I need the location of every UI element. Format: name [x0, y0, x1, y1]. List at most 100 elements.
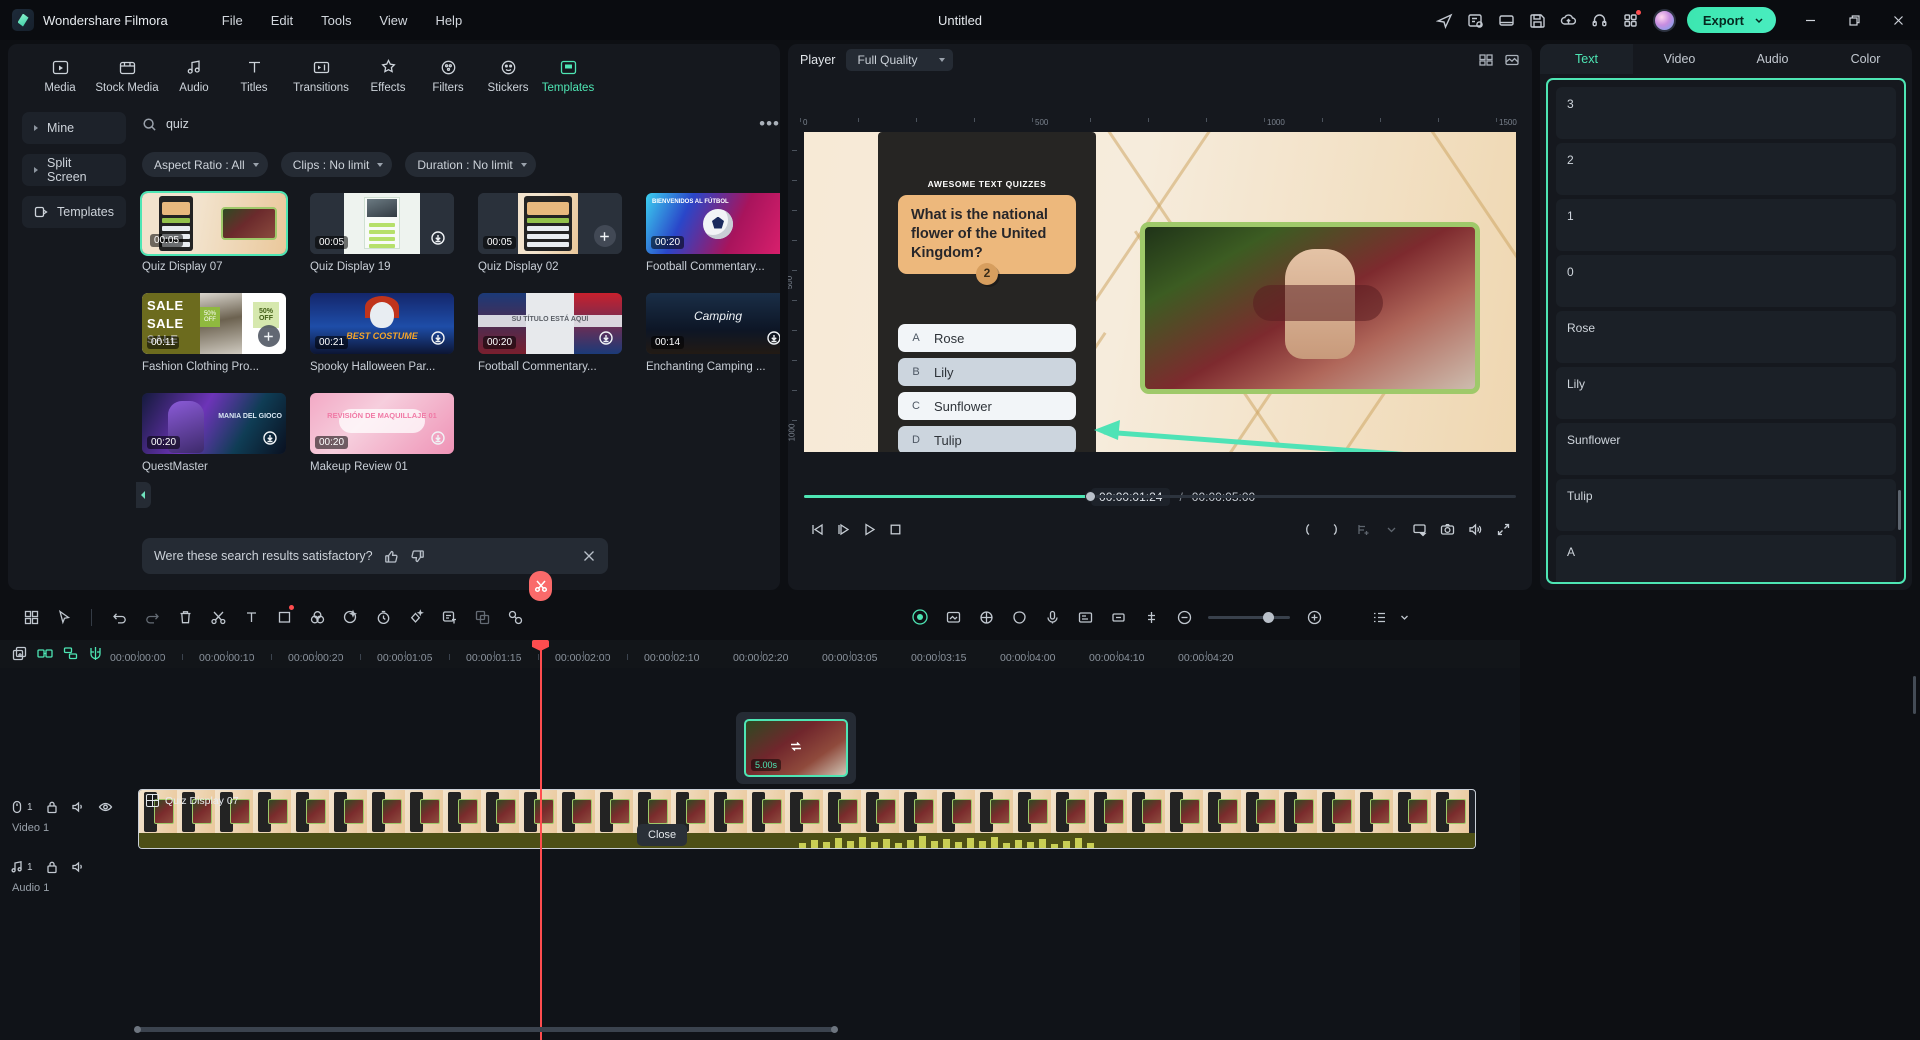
text-layer-item[interactable]: 1 [1556, 199, 1896, 251]
group-icon[interactable] [63, 646, 78, 664]
headset-icon[interactable] [1584, 5, 1615, 36]
template-card[interactable]: 00:05 Quiz Display 19 [309, 193, 454, 273]
color-icon[interactable] [302, 602, 332, 632]
play-icon[interactable] [856, 516, 882, 542]
timeline-horizontal-scrollbar[interactable] [134, 1026, 838, 1033]
volume-icon[interactable] [1462, 516, 1488, 542]
collapse-panel-button[interactable] [135, 482, 151, 508]
sidebar-item-mine[interactable]: Mine [22, 112, 126, 144]
text-layer-item[interactable]: 0 [1556, 255, 1896, 307]
lock-icon[interactable] [45, 860, 59, 874]
grid-view-icon[interactable] [1478, 52, 1494, 68]
sidebar-item-templates[interactable]: Templates [22, 196, 126, 228]
stop-icon[interactable] [882, 516, 908, 542]
snapshot-icon[interactable] [1434, 516, 1460, 542]
prev-frame-icon[interactable] [804, 516, 830, 542]
ai-color-icon[interactable] [335, 602, 365, 632]
template-thumbnail[interactable]: 00:05 [309, 193, 454, 254]
minimize-button[interactable] [1788, 0, 1832, 40]
text-layer-item[interactable]: Rose [1556, 311, 1896, 363]
text-layer-item[interactable]: 3 [1556, 87, 1896, 139]
timeline-vertical-scrollbar[interactable] [1913, 676, 1916, 714]
player-progress-bar[interactable] [804, 488, 1516, 504]
zoom-in-icon[interactable] [1299, 602, 1329, 632]
nav-tab-titles[interactable]: Titles [224, 53, 284, 100]
link-icon[interactable] [500, 602, 530, 632]
voiceover-icon[interactable] [1037, 602, 1067, 632]
nav-tab-stickers[interactable]: Stickers [478, 53, 538, 100]
send-icon[interactable] [1429, 5, 1460, 36]
apps-grid-icon[interactable] [1615, 5, 1646, 36]
split-icon[interactable] [203, 602, 233, 632]
preview-canvas[interactable]: AWESOME TEXT QUIZZES What is the nationa… [804, 132, 1516, 452]
zoom-out-icon[interactable] [1169, 602, 1199, 632]
text-layer-item[interactable]: 2 [1556, 143, 1896, 195]
magnet-icon[interactable] [88, 646, 103, 664]
lock-icon[interactable] [45, 800, 59, 814]
keyframe-icon[interactable] [401, 602, 431, 632]
add-track-icon[interactable] [12, 646, 27, 664]
close-button[interactable] [1876, 0, 1920, 40]
list-view-icon[interactable] [1364, 602, 1394, 632]
export-button[interactable]: Export [1686, 7, 1776, 33]
menu-tools[interactable]: Tools [309, 9, 363, 32]
template-thumbnail[interactable]: 00:05 [477, 193, 622, 254]
translate-icon[interactable] [467, 602, 497, 632]
menu-edit[interactable]: Edit [259, 9, 305, 32]
download-icon[interactable] [261, 428, 280, 447]
menu-view[interactable]: View [367, 9, 419, 32]
redo-icon[interactable] [137, 602, 167, 632]
mark-out-icon[interactable] [1322, 516, 1348, 542]
record-icon[interactable] [905, 602, 935, 632]
filter-duration[interactable]: Duration : No limit [405, 152, 536, 177]
search-input[interactable] [165, 117, 466, 131]
mask-icon[interactable] [1004, 602, 1034, 632]
template-thumbnail[interactable]: BEST COSTUME 00:21 [309, 293, 454, 354]
mark-in-icon[interactable] [1294, 516, 1320, 542]
speed-icon[interactable] [368, 602, 398, 632]
nav-tab-media[interactable]: Media [30, 53, 90, 100]
add-marker-icon[interactable] [1350, 516, 1376, 542]
template-card[interactable]: Camping 00:14 Enchanting Camping ... [645, 293, 780, 373]
grid-icon[interactable] [16, 602, 46, 632]
timeline-zoom-slider[interactable] [1208, 611, 1290, 623]
undo-icon[interactable] [104, 602, 134, 632]
download-icon[interactable] [597, 328, 616, 347]
text-layer-item[interactable]: Tulip [1556, 479, 1896, 531]
scissors-icon[interactable] [529, 571, 552, 601]
template-card[interactable]: SU TÍTULO ESTÁ AQUÍ 00:20 Football Comme… [477, 293, 622, 373]
close-icon[interactable] [582, 549, 596, 563]
mute-icon[interactable] [71, 800, 86, 814]
add-icon[interactable] [593, 225, 616, 247]
tab-color[interactable]: Color [1819, 44, 1912, 74]
tab-text[interactable]: Text [1540, 44, 1633, 74]
restore-button[interactable] [1832, 0, 1876, 40]
search-box[interactable] [142, 117, 753, 132]
image-view-icon[interactable] [1504, 52, 1520, 68]
chevron-down-icon[interactable] [1378, 516, 1404, 542]
avatar[interactable] [1652, 8, 1676, 32]
thumbs-up-icon[interactable] [384, 549, 399, 564]
thumbs-down-icon[interactable] [410, 549, 425, 564]
sidebar-item-split-screen[interactable]: Split Screen [22, 154, 126, 186]
template-card[interactable]: BEST COSTUME 00:21 Spooky Halloween Par.… [309, 293, 454, 373]
nav-tab-audio[interactable]: Audio [164, 53, 224, 100]
template-card[interactable]: SALE SALE SALE 50%OFF50%OFF 00:11 Fashio… [141, 293, 286, 373]
quality-selector[interactable]: Full Quality [846, 49, 954, 71]
save-icon[interactable] [1522, 5, 1553, 36]
task-list-icon[interactable] [1460, 5, 1491, 36]
template-thumbnail[interactable]: REVISIÓN DE MAQUILLAJE 01 00:20 [309, 393, 454, 454]
next-frame-icon[interactable] [830, 516, 856, 542]
download-icon[interactable] [765, 328, 780, 347]
delete-icon[interactable] [170, 602, 200, 632]
green-screen-icon[interactable] [938, 602, 968, 632]
tab-audio[interactable]: Audio [1726, 44, 1819, 74]
auto-reframe-icon[interactable] [1070, 602, 1100, 632]
eye-icon[interactable] [98, 800, 113, 814]
mouse-icon[interactable] [10, 800, 24, 814]
template-card[interactable]: REVISIÓN DE MAQUILLAJE 01 00:20 Makeup R… [309, 393, 454, 473]
nav-tab-filters[interactable]: Filters [418, 53, 478, 100]
select-tool-icon[interactable] [49, 602, 79, 632]
auto-caption-icon[interactable] [434, 602, 464, 632]
playhead[interactable] [532, 640, 549, 1040]
